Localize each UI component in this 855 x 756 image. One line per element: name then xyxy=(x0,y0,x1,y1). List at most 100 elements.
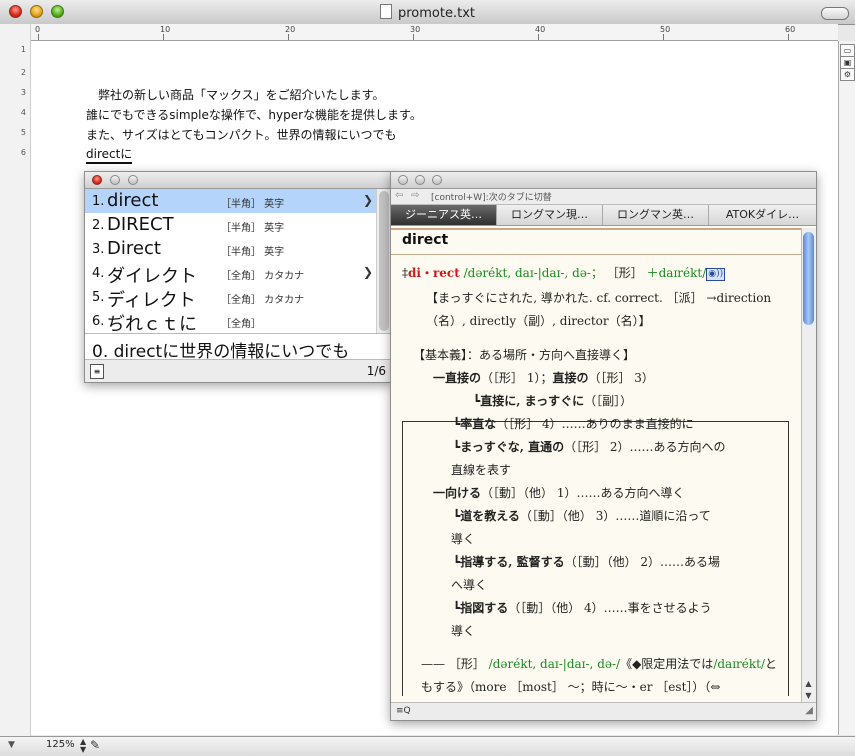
ruler-mark-40: 40 xyxy=(535,25,546,34)
sense-label: ┗率直な xyxy=(453,417,497,431)
candidate-zoom-button[interactable] xyxy=(128,175,138,185)
headword-bar: direct xyxy=(391,228,801,255)
dictionary-zoom-button[interactable] xyxy=(432,175,442,185)
derived-pos: ［形］ xyxy=(448,657,485,671)
ruler-mark-50: 50 xyxy=(660,25,671,34)
derived-note-end: と xyxy=(765,657,778,671)
menu-icon[interactable]: ≡ xyxy=(90,364,104,379)
pencil-icon[interactable]: ✎ xyxy=(90,738,100,752)
dictionary-title-bar xyxy=(391,172,816,189)
tab-genius[interactable]: ジーニアス英… xyxy=(391,205,497,225)
line-number: 4 xyxy=(20,108,26,117)
candidate-close-button[interactable] xyxy=(92,175,102,185)
sense-text: （［動］（他） 1）……ある方向へ導く xyxy=(481,486,685,500)
dictionary-scroll-thumb[interactable] xyxy=(803,232,814,325)
candidate-word: direct xyxy=(107,190,159,211)
window-title: promote.txt xyxy=(0,4,855,21)
back-arrow-icon[interactable]: ⇦ xyxy=(395,190,403,201)
resize-grip-icon[interactable]: ◢ xyxy=(805,705,813,716)
status-menu-icon[interactable]: ▼ xyxy=(8,740,15,750)
line-number: 5 xyxy=(20,128,26,137)
ruler-mark-30: 30 xyxy=(410,25,421,34)
candidate-item[interactable]: 2. DIRECT ［半角］ 英字 xyxy=(85,213,376,237)
settings-icon[interactable]: ⚙ xyxy=(840,68,855,81)
zoom-level: 125% xyxy=(46,739,75,750)
ruler-mark-10: 10 xyxy=(160,25,171,34)
candidate-footer: ≡ 1/6 xyxy=(85,359,392,382)
candidate-item[interactable]: 4. ダイレクト ［全角］ カタカナ ❯ xyxy=(85,261,376,287)
candidate-item[interactable]: 5. ディレクト ［全角］ カタカナ xyxy=(85,285,376,311)
tab-atok[interactable]: ATOKダイレ… xyxy=(709,205,816,225)
sense-text: （［動］（他） 4）……事をさせるよう xyxy=(508,601,712,615)
entry-head: di・rect xyxy=(408,266,460,280)
document-line-3: また、サイズはとてもコンパクト。世界の情報にいつでも xyxy=(86,128,397,142)
derived-line: —— ［形］ /dərékt, daɪ-|daɪ-, də-/《◆限定用法では/… xyxy=(421,655,777,672)
ruler-mark-0: 0 xyxy=(35,25,41,34)
candidate-number: 3. xyxy=(92,242,105,257)
tab-longman-contemporary[interactable]: ロングマン現… xyxy=(497,205,603,225)
sense-text: 導く xyxy=(451,624,476,638)
ruler: 0 10 20 30 40 50 60 xyxy=(30,24,838,41)
sense-text: 直線を表す xyxy=(451,463,512,477)
candidate-item[interactable]: 1. direct ［半角］ 英字 ❯ xyxy=(85,189,376,213)
entry-headline: ‡di・rect /dərékt, daɪ-|daɪ-, də-； ［形］ ＋d… xyxy=(402,264,726,281)
document-line-1: 弊社の新しい商品「マックス」をご紹介いたします。 xyxy=(86,88,385,102)
dictionary-scrollbar[interactable]: ▲ ▼ xyxy=(801,228,816,702)
sense-text: （［副］） xyxy=(584,394,633,408)
dictionary-toolbar: ⇦ ⇨ [control+W]:次のタブに切替 xyxy=(391,189,816,205)
candidate-tag: ［全角］ xyxy=(221,319,261,330)
dictionary-close-button[interactable] xyxy=(398,175,408,185)
editor-vertical-scrollbar[interactable]: ▭ ▣ ⚙ xyxy=(838,41,855,735)
entry-variant: ＋daɪrékt/ xyxy=(646,266,707,280)
sense-label: 一向ける xyxy=(433,486,482,500)
tab-longman-english[interactable]: ロングマン英… xyxy=(603,205,709,225)
zoom-stepper[interactable]: ▲ ▼ xyxy=(80,738,86,754)
candidate-item[interactable]: 3. Direct ［半角］ 英字 xyxy=(85,237,376,261)
sense-line: ┗まっすぐな, 直通の（［形］ 2）……ある方向への xyxy=(453,438,726,455)
candidate-item[interactable]: 6. ぢれｃｔに ［全角］ xyxy=(85,309,376,335)
candidate-minimize-button[interactable] xyxy=(110,175,120,185)
scroll-down-arrow-icon[interactable]: ▼ xyxy=(803,691,814,700)
derived-variant: /daɪrékt/ xyxy=(713,657,766,671)
candidate-number: 6. xyxy=(92,314,105,329)
scroll-up-arrow-icon[interactable]: ▲ xyxy=(803,679,814,688)
sense-line: 一向ける（［動］（他） 1）……ある方向へ導く xyxy=(433,484,684,501)
sense-text: へ導く xyxy=(451,578,488,592)
candidate-tag: ［全角］ カタカナ xyxy=(221,295,305,306)
entry-pronunciation: /dərékt, daɪ-|daɪ-, də-； xyxy=(463,266,603,280)
search-icon[interactable]: ≡Q xyxy=(396,706,411,716)
candidate-list: 1. direct ［半角］ 英字 ❯ 2. DIRECT ［半角］ 英字 3.… xyxy=(85,189,376,335)
forward-arrow-icon[interactable]: ⇨ xyxy=(411,190,419,201)
derived-line-2: もする》（more ［most］ 〜；時に〜・er ［est］）（⇔ xyxy=(421,680,721,694)
speaker-icon[interactable]: ◉)) xyxy=(706,268,726,281)
tab-switch-hint: [control+W]:次のタブに切替 xyxy=(431,193,552,203)
sense-label: ┗まっすぐな, 直通の xyxy=(453,440,565,454)
line-number: 2 xyxy=(20,68,26,77)
sense-text: （［形］ 3） xyxy=(588,371,654,385)
candidate-word: DIRECT xyxy=(107,214,174,235)
sense-line: ┗直接に, まっすぐに（［副］） xyxy=(473,392,632,409)
sense-text: （［形］ 1）； xyxy=(481,371,553,385)
conversion-candidate-window: 1. direct ［半角］ 英字 ❯ 2. DIRECT ［半角］ 英字 3.… xyxy=(84,171,393,383)
window-title-text: promote.txt xyxy=(398,6,475,21)
candidate-tag: ［半角］ 英字 xyxy=(221,247,285,258)
sense-label: 一直接の xyxy=(433,371,482,385)
candidate-scroll-thumb[interactable] xyxy=(379,191,389,331)
entry-etymology-1: 【まっすぐにされた, 導かれた. cf. correct. ［派］ →direc… xyxy=(426,291,772,305)
line-number: 1 xyxy=(20,45,26,54)
sense-label: ┗道を教える xyxy=(453,509,520,523)
sense-line: ┗道を教える（［動］（他） 3）……道順に沿って xyxy=(453,507,711,524)
sense-line: ┗指図する（［動］（他） 4）……事をさせるよう xyxy=(453,599,712,616)
sense-text: （［形］ 2）……ある方向への xyxy=(564,440,726,454)
toolbar-toggle-button[interactable] xyxy=(821,7,849,20)
candidate-item-0[interactable]: 0. directに世界の情報にいつでも xyxy=(85,333,392,362)
candidate-number: 5. xyxy=(92,290,105,305)
sense-text: （［形］ 4）……ありのまま直接的に xyxy=(496,417,694,431)
document-line-2: 誰にでもできるsimpleな操作で、hyperな機能を提供します。 xyxy=(86,108,422,122)
dictionary-window: ⇦ ⇨ [control+W]:次のタブに切替 ジーニアス英… ロングマン現… … xyxy=(390,171,817,721)
candidate-tag: ［全角］ カタカナ xyxy=(221,271,305,282)
status-bar: ▼ 125% ▲ ▼ ✎ xyxy=(0,736,855,756)
sense-line: 直線を表す xyxy=(451,461,511,478)
ruler-mark-60: 60 xyxy=(785,25,796,34)
dictionary-minimize-button[interactable] xyxy=(415,175,425,185)
